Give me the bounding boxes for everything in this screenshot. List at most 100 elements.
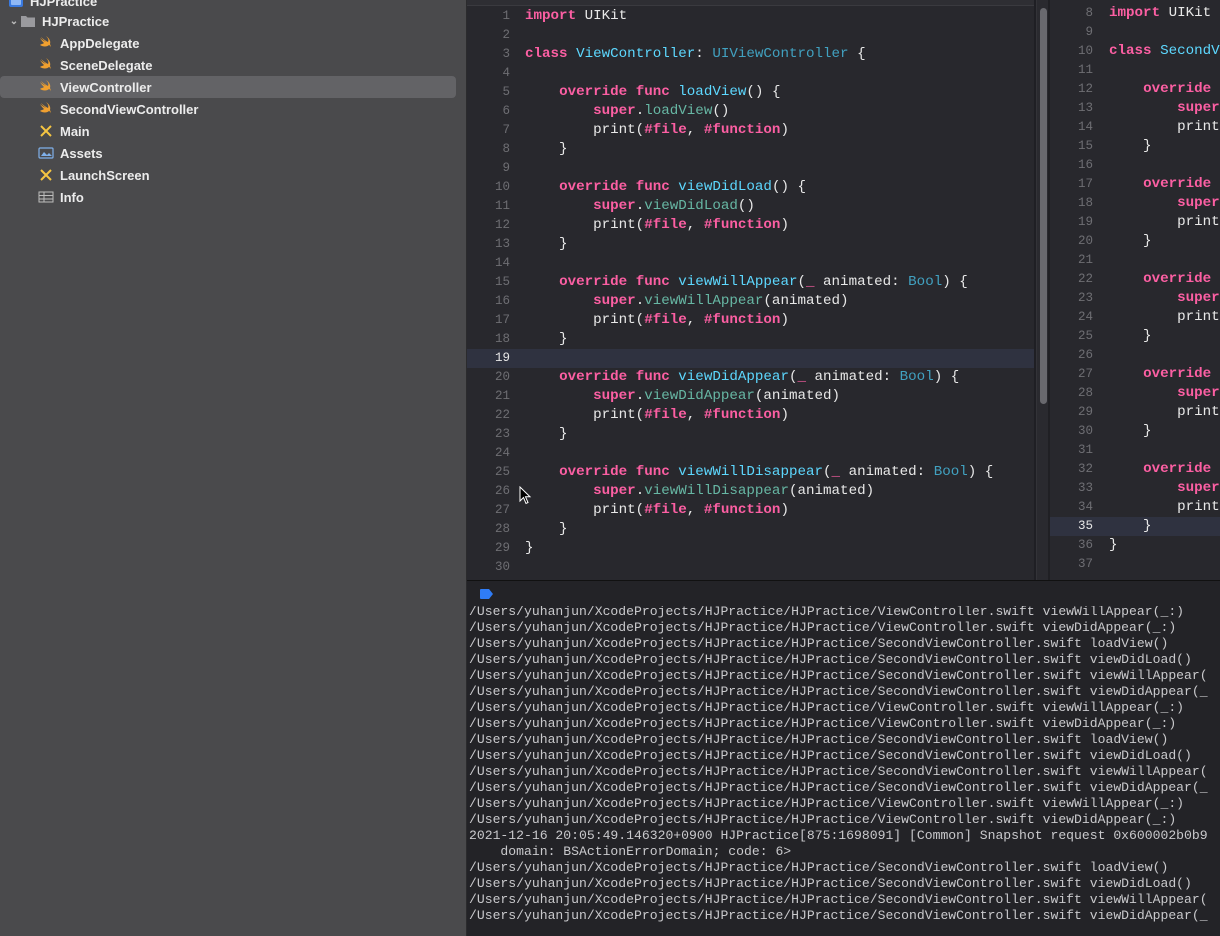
line-number: 33 [1077, 481, 1093, 495]
code-line[interactable]: 14 [467, 254, 1034, 273]
code-token: ) { [967, 464, 994, 480]
code-line[interactable]: 33 super [1050, 479, 1220, 498]
debug-console[interactable]: /Users/yuhanjun/XcodeProjects/HJPractice… [467, 606, 1220, 936]
swift-file-icon [38, 79, 54, 95]
code-line[interactable]: 18 } [467, 330, 1034, 349]
code-line[interactable]: 6 super.loadView() [467, 102, 1034, 121]
code-line[interactable]: 4 [467, 64, 1034, 83]
code-line[interactable]: 15 override func viewWillAppear(_ animat… [467, 273, 1034, 292]
code-line[interactable]: 8 import UIKit [1050, 4, 1220, 23]
code-line[interactable]: 2 [467, 26, 1034, 45]
code-line[interactable]: 25 override func viewWillDisappear(_ ani… [467, 463, 1034, 482]
plist-table-icon [38, 189, 54, 205]
code-line[interactable]: 26 super.viewWillDisappear(animated) [467, 482, 1034, 501]
navigator-item[interactable]: LaunchScreen [0, 164, 150, 186]
line-number: 19 [1077, 215, 1093, 229]
code-line[interactable]: 22 print(#file, #function) [467, 406, 1034, 425]
code-line[interactable]: 28 } [467, 520, 1034, 539]
code-line[interactable]: 20 } [1050, 232, 1220, 251]
code-line[interactable]: 24 print [1050, 308, 1220, 327]
group-row-hjpractice[interactable]: ⌄ HJPractice [8, 10, 109, 32]
code-line[interactable]: 21 [1050, 251, 1220, 270]
code-line[interactable]: 16 [1050, 156, 1220, 175]
code-line[interactable]: 34 print [1050, 498, 1220, 517]
code-line[interactable]: 25 } [1050, 327, 1220, 346]
code-token: super [1177, 100, 1220, 116]
code-line[interactable]: 35 } [1050, 517, 1220, 536]
code-line[interactable]: 22 override [1050, 270, 1220, 289]
code-token: viewWillDisappear [644, 483, 789, 499]
code-line[interactable]: 11 [1050, 61, 1220, 80]
code-line[interactable]: 8 } [467, 140, 1034, 159]
code-text: } [525, 520, 568, 539]
code-token: , [686, 122, 704, 138]
code-line[interactable]: 19 print [1050, 213, 1220, 232]
navigator-item[interactable]: Main [0, 120, 90, 142]
code-line[interactable]: 17 override [1050, 175, 1220, 194]
chevron-down-icon[interactable]: ⌄ [8, 16, 20, 27]
code-line[interactable]: 27 override [1050, 365, 1220, 384]
code-line[interactable]: 24 [467, 444, 1034, 463]
storyboard-icon [38, 167, 54, 183]
code-line[interactable]: 12 print(#file, #function) [467, 216, 1034, 235]
code-line[interactable]: 15 } [1050, 137, 1220, 156]
code-line[interactable]: 13 super [1050, 99, 1220, 118]
editor-scroll-thumb[interactable] [1040, 8, 1047, 404]
code-line[interactable]: 23 super [1050, 289, 1220, 308]
code-line[interactable]: 36} [1050, 536, 1220, 555]
code-line[interactable]: 31 [1050, 441, 1220, 460]
code-token: print [1109, 499, 1220, 515]
code-token: ( [797, 274, 806, 290]
navigator-item[interactable]: SceneDelegate [0, 54, 153, 76]
code-line[interactable]: 30 } [1050, 422, 1220, 441]
code-line[interactable]: 9 [1050, 23, 1220, 42]
code-token: override [559, 464, 628, 480]
code-line[interactable]: 26 [1050, 346, 1220, 365]
code-token: #file [644, 122, 687, 138]
line-number: 3 [502, 47, 510, 61]
navigator-item[interactable]: Info [0, 186, 84, 208]
code-line[interactable]: 3 class ViewController: UIViewController … [467, 45, 1034, 64]
code-line[interactable]: 11 super.viewDidLoad() [467, 197, 1034, 216]
code-line[interactable]: 17 print(#file, #function) [467, 311, 1034, 330]
code-line[interactable]: 5 override func loadView() { [467, 83, 1034, 102]
code-token: UIKit [576, 8, 628, 24]
code-line[interactable]: 18 super [1050, 194, 1220, 213]
code-line[interactable]: 10 override func viewDidLoad() { [467, 178, 1034, 197]
code-line[interactable]: 13 } [467, 235, 1034, 254]
code-line[interactable]: 12 override [1050, 80, 1220, 99]
code-line[interactable]: 29 print [1050, 403, 1220, 422]
code-line[interactable]: 7 print(#file, #function) [467, 121, 1034, 140]
code-line[interactable]: 20 override func viewDidAppear(_ animate… [467, 368, 1034, 387]
code-line[interactable]: 23 } [467, 425, 1034, 444]
swift-file-icon [38, 101, 54, 117]
code-line[interactable]: 16 super.viewWillAppear(animated) [467, 292, 1034, 311]
code-text: print(#file, #function) [525, 121, 789, 140]
code-line[interactable]: 14 print [1050, 118, 1220, 137]
console-line: 2021-12-16 20:05:49.146320+0900 HJPracti… [469, 828, 1208, 843]
code-line[interactable]: 10 class SecondV [1050, 42, 1220, 61]
navigator-item[interactable]: ViewController [0, 76, 456, 98]
code-line[interactable]: 28 super [1050, 384, 1220, 403]
code-line[interactable]: 27 print(#file, #function) [467, 501, 1034, 520]
code-line[interactable]: 29} [467, 539, 1034, 558]
navigator-item[interactable]: Assets [0, 142, 103, 164]
code-line[interactable]: 32 override [1050, 460, 1220, 479]
navigator-item[interactable]: SecondViewController [0, 98, 198, 120]
editor-view-controller[interactable]: 1 import UIKit 2 3 class ViewController: UIV… [467, 0, 1034, 580]
code-line[interactable]: 9 [467, 159, 1034, 178]
code-line[interactable]: 19 [467, 349, 1034, 368]
code-line[interactable]: 21 super.viewDidAppear(animated) [467, 387, 1034, 406]
code-line[interactable]: 37 [1050, 555, 1220, 574]
editor-second-view-controller[interactable]: 8 import UIKit 9 10 class SecondV 11 12 overri… [1050, 0, 1220, 580]
navigator-item[interactable]: AppDelegate [0, 32, 139, 54]
code-token: print( [525, 122, 645, 138]
code-line[interactable]: 30 [467, 558, 1034, 577]
code-line[interactable]: 1 import UIKit [467, 7, 1034, 26]
console-output-icon[interactable] [479, 588, 495, 600]
code-text: } [525, 235, 568, 254]
navigator-item-label: Main [60, 123, 90, 139]
